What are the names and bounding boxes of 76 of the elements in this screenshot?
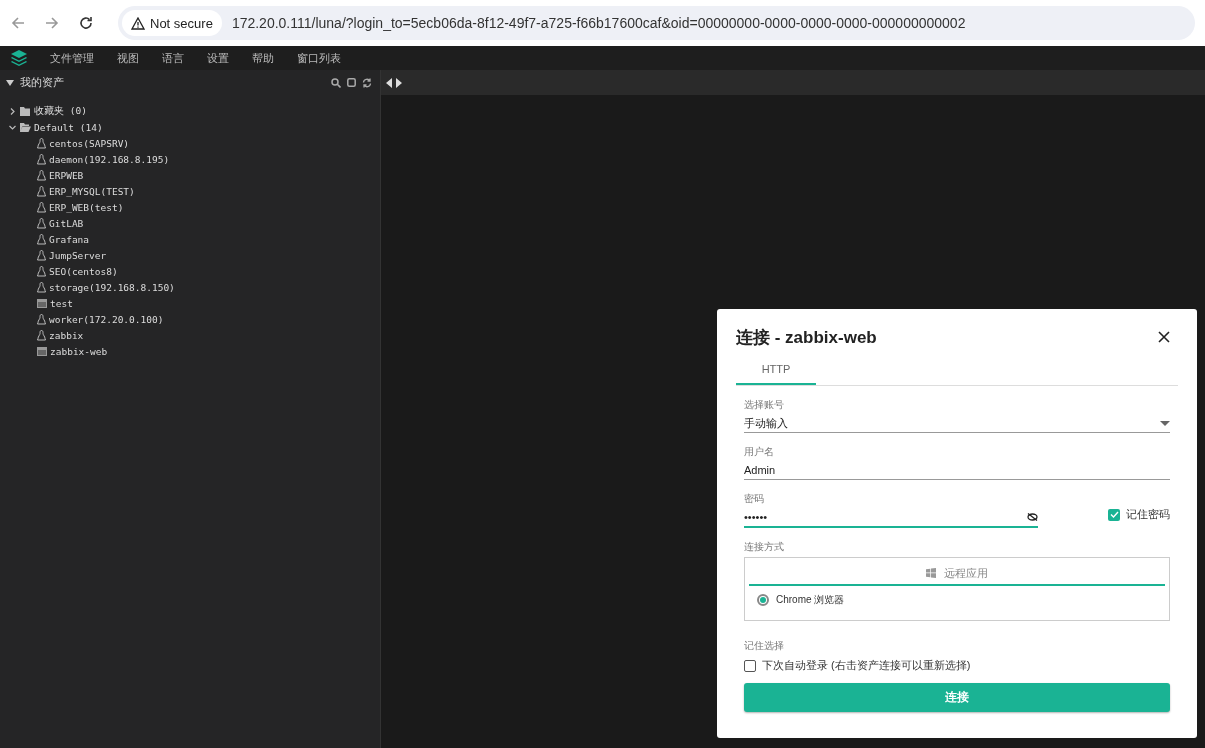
penguin-icon <box>37 249 46 261</box>
penguin-icon <box>37 169 46 181</box>
penguin-icon <box>37 313 46 325</box>
tree-item[interactable]: GitLAB <box>49 217 84 229</box>
dialog-title: 连接 - zabbix-web <box>736 326 877 349</box>
app-tab[interactable]: 远程应用 <box>749 562 1165 586</box>
reload-icon[interactable] <box>78 15 94 31</box>
folder-icon <box>20 106 31 116</box>
address-bar[interactable]: Not secure 172.20.0.111/luna/?login_to=5ecb06da-8f12-49f7-a725-f66b17600caf&oid=00000000-0000-0000-0000-000000000002 <box>118 6 1195 40</box>
tree-item[interactable]: Default (14) <box>34 121 103 133</box>
field-label: 用户名 <box>744 445 774 459</box>
radio-button[interactable] <box>757 594 769 606</box>
split-arrows-icon[interactable] <box>386 77 402 88</box>
tree-item[interactable]: JumpServer <box>49 249 107 261</box>
tree-item[interactable]: zabbix <box>49 329 84 341</box>
chevron-right-icon[interactable] <box>8 106 17 116</box>
checkbox-label: 记住密码 <box>1126 507 1170 522</box>
username-field[interactable]: Admin <box>744 461 1170 480</box>
window-icon <box>37 346 47 356</box>
menu-item[interactable]: 视图 <box>117 50 139 66</box>
field-label: 连接方式 <box>744 540 784 554</box>
penguin-icon <box>37 217 46 229</box>
tree-item[interactable]: Grafana <box>49 233 90 245</box>
panel-title: 我的资产 <box>20 75 65 90</box>
tree-item[interactable]: 收藏夹 (0) <box>34 104 87 118</box>
penguin-icon <box>37 281 46 293</box>
tree-item[interactable]: daemon(192.168.8.195) <box>49 153 170 165</box>
tree-item[interactable]: centos(SAPSRV) <box>49 137 130 149</box>
field-label: 记住选择 <box>744 639 784 653</box>
tree-item[interactable]: SEO(centos8) <box>49 265 118 277</box>
tree-item[interactable]: storage(192.168.8.150) <box>49 281 175 293</box>
eye-slash-icon[interactable] <box>1027 513 1038 521</box>
tree-item[interactable]: zabbix-web <box>50 345 108 357</box>
tree-item[interactable]: ERPWEB <box>49 169 84 181</box>
url-text: 172.20.0.111/luna/?login_to=5ecb06da-8f12-49f7-a725-f66b17600caf&oid=00000000-0000-0000-0000-000000000002 <box>231 15 966 31</box>
radio-label: Chrome 浏览器 <box>776 593 845 607</box>
tree-item[interactable]: ERP_MYSQL(TEST) <box>49 185 135 197</box>
menu-item[interactable]: 设置 <box>207 50 229 66</box>
account-select[interactable]: 手动输入 <box>744 414 1170 433</box>
refresh-icon[interactable] <box>362 77 372 88</box>
tree-item[interactable]: ERP_WEB(test) <box>49 201 124 213</box>
password-field[interactable]: •••••• <box>744 508 1038 528</box>
window-icon <box>37 298 47 308</box>
windows-icon <box>926 568 936 578</box>
tree-item[interactable]: worker(172.20.0.100) <box>49 313 164 325</box>
field-label: 密码 <box>744 492 764 506</box>
field-label: 选择账号 <box>744 398 784 412</box>
menu-item[interactable]: 语言 <box>162 50 184 66</box>
penguin-icon <box>37 233 46 245</box>
penguin-icon <box>37 153 46 165</box>
dropdown-caret-icon[interactable] <box>1160 420 1170 426</box>
security-label: Not secure <box>150 15 213 31</box>
menu-item[interactable]: 文件管理 <box>50 50 94 66</box>
security-chip[interactable]: Not secure <box>122 10 222 36</box>
square-icon[interactable] <box>347 78 356 87</box>
protocol-tab[interactable]: HTTP <box>736 359 816 385</box>
warning-icon <box>131 16 145 30</box>
menu-item[interactable]: 窗口列表 <box>297 50 341 66</box>
close-icon[interactable] <box>1158 331 1170 343</box>
penguin-icon <box>37 137 46 149</box>
open-folder-icon <box>20 122 31 132</box>
penguin-icon <box>37 185 46 197</box>
caret-down-icon[interactable] <box>6 78 14 87</box>
radio-dot-icon <box>760 597 766 603</box>
checkbox[interactable] <box>744 659 756 672</box>
penguin-icon <box>37 329 46 341</box>
tree-item[interactable]: test <box>50 297 73 309</box>
back-icon[interactable] <box>10 15 26 31</box>
menu-item[interactable]: 帮助 <box>252 50 274 66</box>
forward-icon[interactable] <box>44 15 60 31</box>
search-icon[interactable] <box>331 77 341 88</box>
penguin-icon <box>37 265 46 277</box>
penguin-icon <box>37 201 46 213</box>
layers-logo-icon <box>10 49 28 67</box>
checkbox-label: 下次自动登录 (右击资产连接可以重新选择) <box>762 658 971 673</box>
checkbox[interactable] <box>1108 508 1120 521</box>
